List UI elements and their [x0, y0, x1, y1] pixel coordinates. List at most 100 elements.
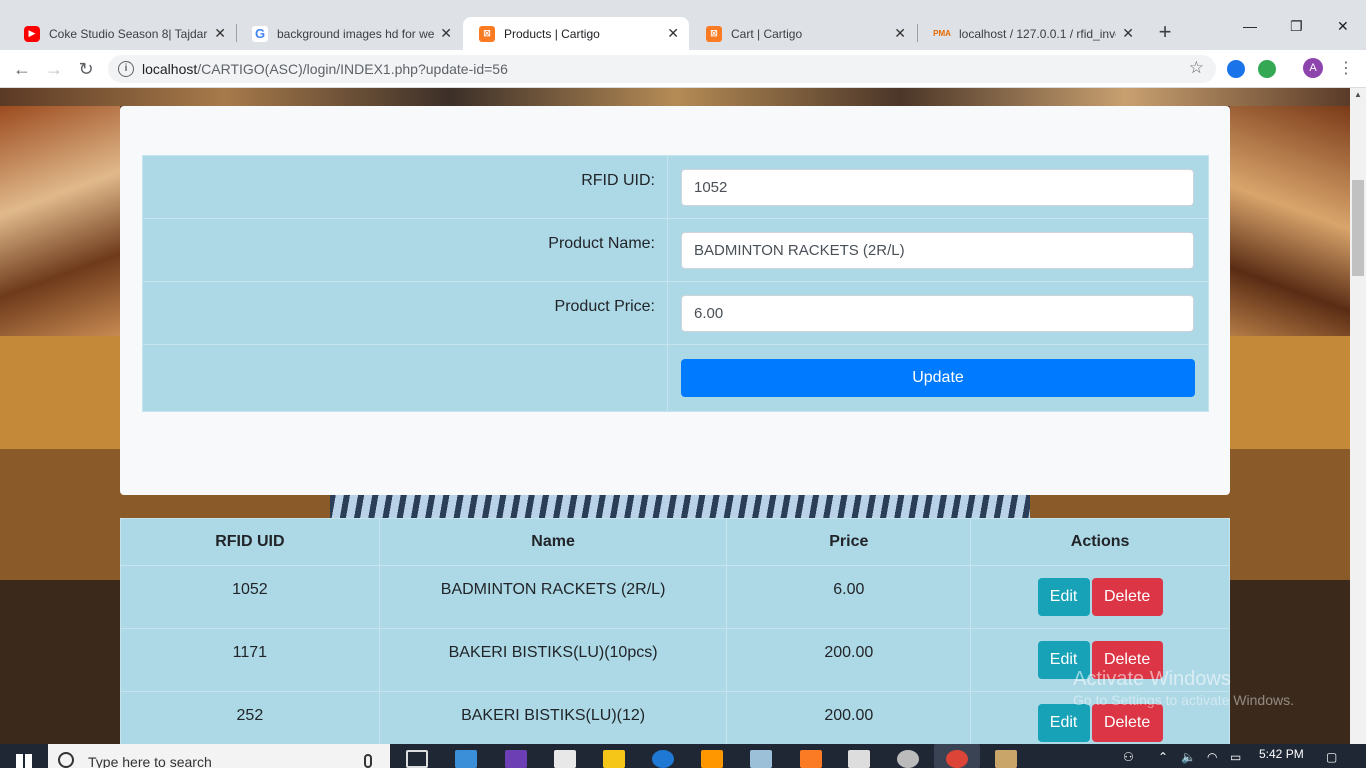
product-price-label: Product Price: — [142, 281, 668, 345]
update-product-card: RFID UID: Product Name: Product Price: — [120, 106, 1230, 495]
page-scrollbar[interactable]: ▲ — [1350, 88, 1366, 744]
back-icon[interactable]: ← — [10, 57, 34, 81]
rfid-input[interactable] — [681, 168, 1194, 206]
file-explorer-icon[interactable] — [603, 750, 625, 768]
background-image — [0, 106, 120, 336]
header-name: Name — [378, 518, 728, 566]
close-tab-icon[interactable]: ✕ — [1122, 25, 1134, 42]
wifi-icon[interactable]: ◠ — [1207, 750, 1217, 764]
paint-icon[interactable] — [995, 750, 1017, 768]
close-tab-icon[interactable]: ✕ — [894, 25, 906, 42]
url-text[interactable]: localhost/CARTIGO(ASC)/login/INDEX1.php?… — [142, 61, 508, 77]
product-price-input[interactable] — [681, 294, 1194, 332]
forward-icon[interactable]: → — [42, 57, 66, 81]
update-form: RFID UID: Product Name: Product Price: — [142, 155, 1209, 412]
new-tab-button[interactable]: + — [1152, 20, 1178, 46]
taskbar-search[interactable]: Type here to search — [48, 744, 390, 768]
cell-price: 6.00 — [726, 565, 972, 629]
close-tab-icon[interactable]: ✕ — [440, 25, 452, 42]
tab-products-cartigo[interactable]: ⊠ Products | Cartigo ✕ — [463, 17, 689, 50]
notepad-icon[interactable] — [750, 750, 772, 768]
chrome-icon — [946, 750, 968, 768]
google-icon: G — [252, 25, 268, 42]
tab-title: Coke Studio Season 8| Tajdar-e — [49, 26, 209, 41]
minimize-icon[interactable]: — — [1243, 18, 1257, 34]
microphone-icon[interactable] — [364, 754, 372, 768]
tab-title: background images hd for wel — [277, 26, 435, 41]
edit-button[interactable]: Edit — [1037, 578, 1090, 616]
volume-icon[interactable]: 🔈 — [1181, 750, 1196, 764]
task-view-icon[interactable] — [406, 750, 428, 768]
scrollbar-thumb[interactable] — [1352, 180, 1364, 276]
battery-icon[interactable]: ▭ — [1230, 750, 1241, 764]
url-host: localhost — [142, 61, 198, 77]
extension-icon[interactable] — [1227, 60, 1245, 78]
table-header-row: RFID UID Name Price Actions — [120, 518, 1230, 566]
settings-gear-icon[interactable] — [897, 750, 919, 768]
edge-icon[interactable] — [652, 750, 674, 768]
store-icon[interactable] — [554, 750, 576, 768]
cell-name: BAKERI BISTIKS(LU)(10pcs) — [378, 628, 728, 692]
restore-icon[interactable]: ❐ — [1290, 18, 1303, 35]
cell-uid: 252 — [120, 691, 380, 744]
delete-button[interactable]: Delete — [1091, 578, 1163, 616]
chrome-menu-icon[interactable]: ⋮ — [1338, 58, 1354, 78]
taskbar-clock[interactable]: 5:42 PM — [1259, 747, 1304, 761]
reload-icon[interactable]: ↻ — [74, 57, 98, 81]
page-viewport: RFID UID: Product Name: Product Price: — [0, 88, 1350, 744]
xampp-icon[interactable] — [800, 750, 822, 768]
tab-coke-studio[interactable]: ▶ Coke Studio Season 8| Tajdar-e ✕ — [8, 17, 236, 50]
tab-title: Cart | Cartigo — [731, 26, 803, 41]
header-price: Price — [726, 518, 972, 566]
tab-strip: ▶ Coke Studio Season 8| Tajdar-e ✕ G bac… — [0, 0, 1366, 50]
form-row-rfid: RFID UID: — [142, 155, 1209, 219]
cell-price: 200.00 — [726, 628, 972, 692]
scroll-up-icon[interactable]: ▲ — [1354, 90, 1362, 99]
update-button[interactable]: Update — [681, 359, 1195, 397]
phpmyadmin-icon: PMA — [933, 29, 951, 38]
form-row-name: Product Name: — [142, 218, 1209, 282]
rfid-label: RFID UID: — [142, 155, 668, 219]
cell-uid: 1171 — [120, 628, 380, 692]
delete-button[interactable]: Delete — [1091, 704, 1163, 742]
youtube-icon: ▶ — [24, 25, 40, 42]
close-tab-icon[interactable]: ✕ — [214, 25, 226, 42]
cell-price: 200.00 — [726, 691, 972, 744]
edit-button[interactable]: Edit — [1037, 704, 1090, 742]
taskbar-search-placeholder: Type here to search — [88, 754, 212, 768]
activate-windows-title: Activate Windows — [1073, 668, 1231, 690]
url-path: /CARTIGO(ASC)/login/INDEX1.php?update-id… — [197, 61, 508, 77]
extension-icon[interactable] — [1258, 60, 1276, 78]
profile-avatar[interactable]: A — [1303, 58, 1323, 78]
cell-uid: 1052 — [120, 565, 380, 629]
close-tab-icon[interactable]: ✕ — [667, 25, 679, 42]
background-image — [0, 88, 1350, 106]
tab-background-images[interactable]: G background images hd for wel ✕ — [236, 17, 462, 50]
header-actions: Actions — [970, 518, 1230, 566]
site-info-icon[interactable]: i — [118, 61, 134, 77]
product-name-input[interactable] — [681, 231, 1194, 269]
notifications-icon[interactable]: ▢ — [1326, 750, 1337, 764]
background-image — [1230, 106, 1350, 336]
cell-name: BADMINTON RACKETS (2R/L) — [378, 565, 728, 629]
tab-phpmyadmin[interactable]: PMA localhost / 127.0.0.1 / rfid_inve ✕ — [918, 17, 1144, 50]
sublime-icon[interactable] — [701, 750, 723, 768]
search-icon — [58, 752, 74, 768]
photos-icon[interactable] — [848, 750, 870, 768]
chevron-up-icon[interactable]: ⌃ — [1158, 750, 1168, 764]
product-name-label: Product Name: — [142, 218, 668, 282]
notepad-icon[interactable] — [455, 750, 477, 768]
tab-cart-cartigo[interactable]: ⊠ Cart | Cartigo ✕ — [690, 17, 916, 50]
tab-title: localhost / 127.0.0.1 / rfid_inve — [959, 26, 1117, 41]
form-row-submit: Update — [142, 344, 1209, 412]
activate-windows-subtitle: Go to Settings to activate Windows. — [1073, 692, 1294, 708]
people-icon[interactable]: ⚇ — [1123, 750, 1134, 764]
close-window-icon[interactable]: ✕ — [1337, 18, 1349, 35]
form-row-price: Product Price: — [142, 281, 1209, 345]
visual-studio-icon[interactable] — [505, 750, 527, 768]
windows-start-icon[interactable] — [16, 754, 32, 768]
windows-taskbar: Type here to search ⚇ ⌃ 🔈 ◠ ▭ 5:42 PM ▢ — [0, 744, 1366, 768]
table-row: 1052 BADMINTON RACKETS (2R/L) 6.00 Edit D… — [120, 565, 1230, 629]
bookmark-star-icon[interactable]: ☆ — [1189, 58, 1204, 78]
address-bar[interactable]: i localhost/CARTIGO(ASC)/login/INDEX1.ph… — [108, 55, 1216, 83]
